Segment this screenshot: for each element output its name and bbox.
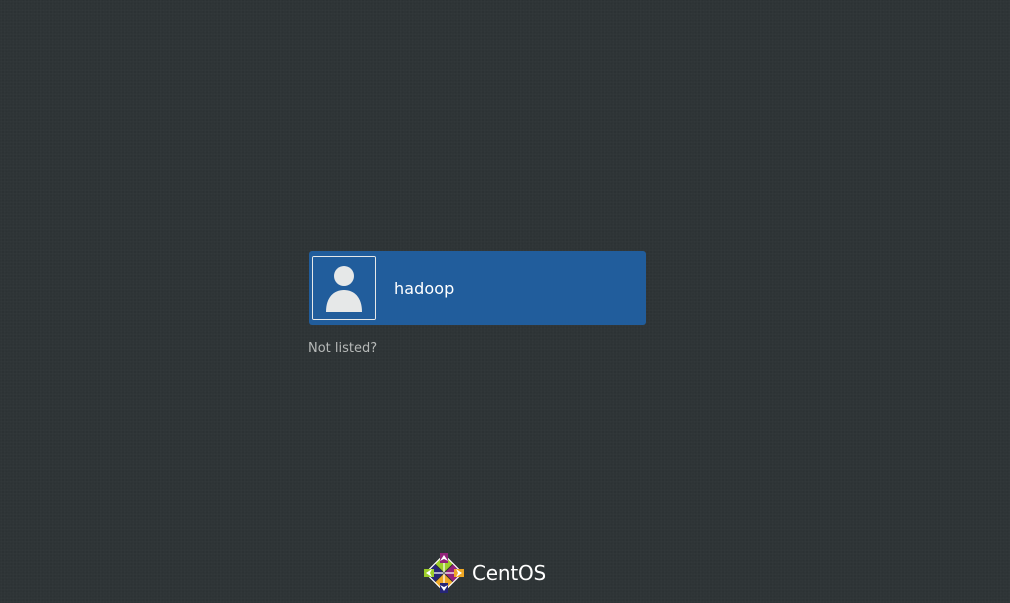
centos-logo-icon [424,553,464,593]
login-screen: hadoop Not listed? CentOS [0,0,1010,603]
username-label: hadoop [394,278,455,298]
user-silhouette-icon [312,256,376,320]
user-item-hadoop[interactable]: hadoop [309,251,646,325]
centos-wordmark: CentOS [472,561,547,585]
centos-logo: CentOS [422,551,546,595]
user-list: hadoop [309,251,646,325]
not-listed-link[interactable]: Not listed? [308,341,377,356]
